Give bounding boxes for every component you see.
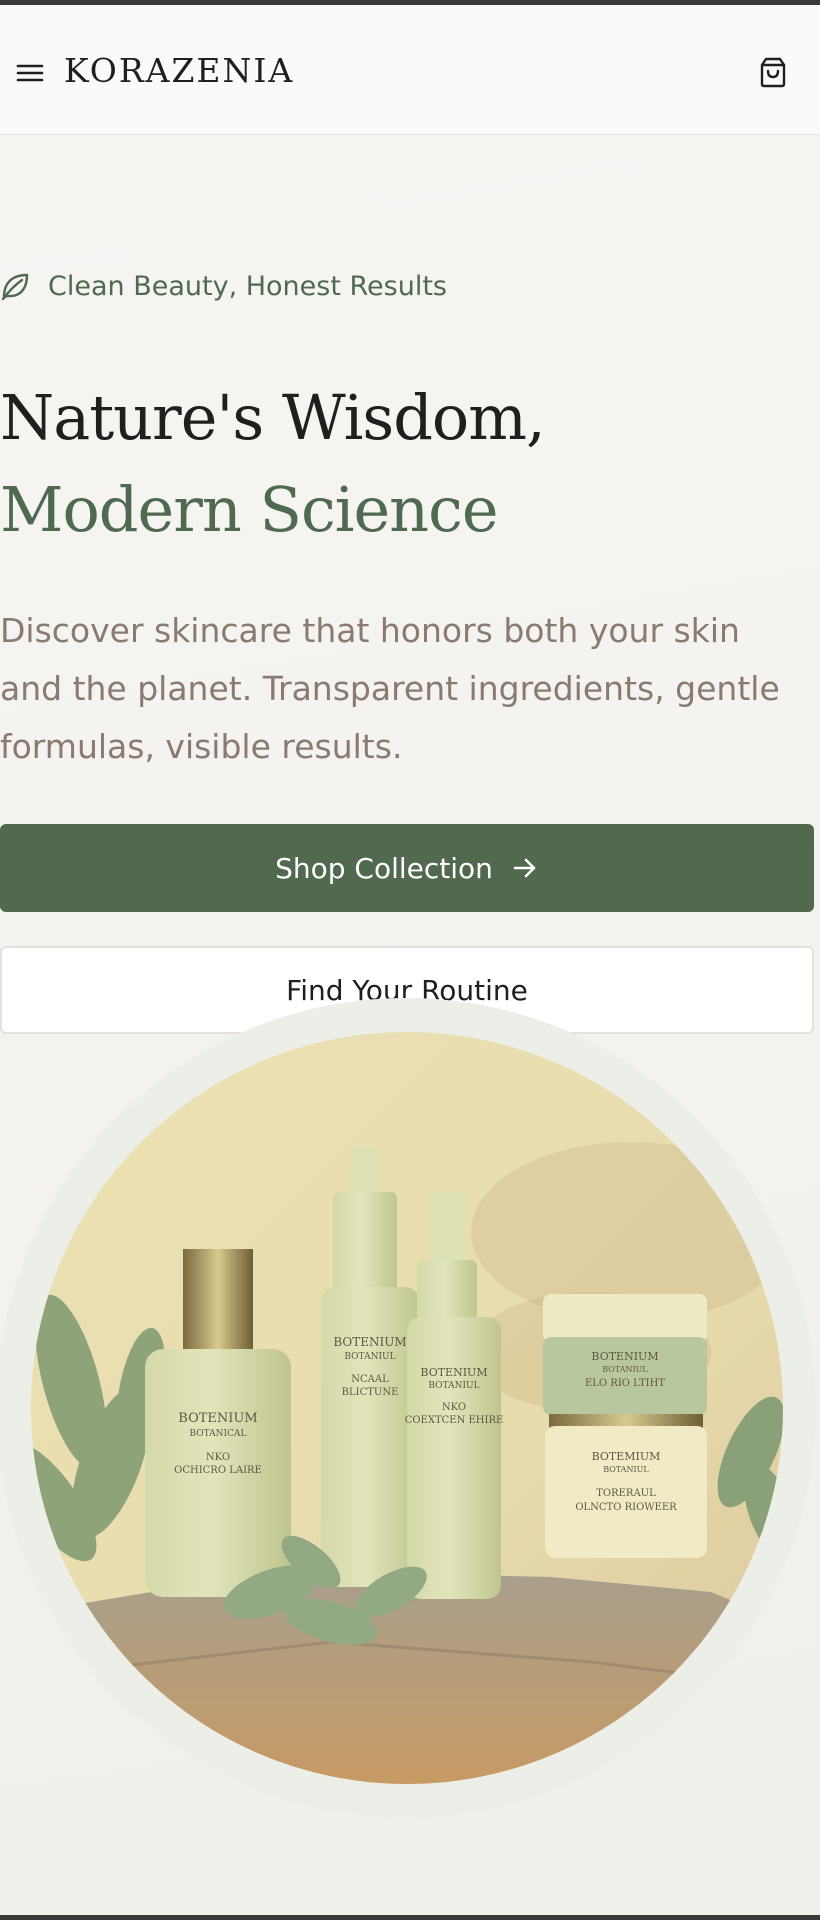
site-header: KORAZENIA [0, 5, 820, 135]
hero-description: Discover skincare that honors both your … [0, 611, 780, 766]
tagline-row: Clean Beauty, Honest Results [0, 266, 447, 306]
headline-line-2: Modern Science [0, 473, 499, 546]
product-photo: BOTENIUM BOTANICAL NKO OCHICRO LAIRE BOT… [31, 1032, 783, 1784]
bottle3-line1: NKO [442, 1402, 466, 1413]
bottle2-line2: BLICTUNE [342, 1387, 399, 1398]
arrow-right-icon [513, 858, 536, 878]
brand-logo[interactable]: KORAZENIA [64, 51, 294, 90]
jar-bottom-line1: TORERAUL [596, 1488, 656, 1499]
bottom-edge-bar [0, 1915, 820, 1920]
leaf-icon [1, 273, 29, 301]
bottle2-sub: BOTANIUL [344, 1352, 395, 1362]
hamburger-menu-icon[interactable] [14, 57, 46, 89]
jar-top-line1: ELO RIO LTIHT [585, 1378, 665, 1389]
shopping-bag-icon[interactable] [756, 55, 790, 89]
shop-collection-button[interactable]: Shop Collection [0, 824, 814, 912]
jar-bottom-sub: BOTANIUL [603, 1465, 649, 1474]
hero-headline: Nature's Wisdom, Modern Science [0, 372, 546, 556]
bottle1-sub: BOTANICAL [190, 1429, 247, 1439]
bottle3-line2: COEXTCEN EHIRE [405, 1415, 504, 1426]
jar-bottom-line2: OLNCTO RIOWEER [575, 1502, 677, 1513]
bottle2-line1: NCAAL [351, 1374, 389, 1385]
jar-bottom-brand: BOTEMIUM [592, 1450, 661, 1463]
bottle3-sub: BOTANIUL [428, 1381, 479, 1391]
bottle1-line2: OCHICRO LAIRE [174, 1465, 262, 1476]
jar-top-brand: BOTENIUM [591, 1350, 658, 1363]
shop-collection-label: Shop Collection [275, 851, 493, 885]
bottle1-brand: BOTENIUM [178, 1411, 257, 1426]
bottle1-line1: NKO [206, 1452, 230, 1463]
jar-top-sub: BOTANIUL [602, 1365, 648, 1374]
tagline-text: Clean Beauty, Honest Results [48, 270, 448, 302]
bottle3-brand: BOTENIUM [420, 1366, 487, 1379]
headline-line-1: Nature's Wisdom, [0, 381, 546, 454]
bottle2-brand: BOTENIUM [333, 1335, 406, 1349]
product-illustration: BOTENIUM BOTANICAL NKO OCHICRO LAIRE BOT… [31, 1032, 783, 1784]
